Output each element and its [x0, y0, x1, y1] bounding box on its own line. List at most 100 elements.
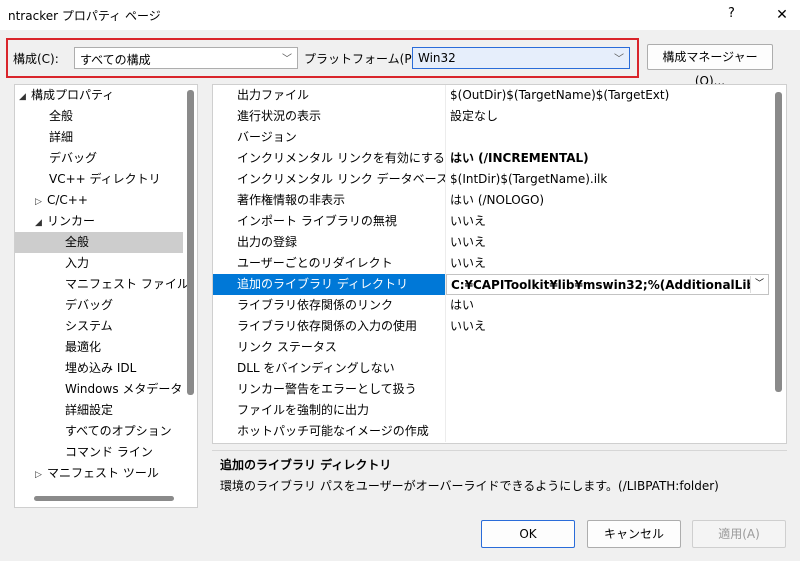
property-name: 著作権情報の非表示: [213, 190, 446, 211]
property-row[interactable]: リンカー警告をエラーとして扱う: [213, 379, 769, 400]
property-name: ホットパッチ可能なイメージの作成: [213, 421, 446, 442]
property-name: 追加のライブラリ ディレクトリ: [213, 274, 446, 295]
property-value[interactable]: いいえ: [446, 211, 769, 232]
property-value[interactable]: 設定なし: [446, 106, 769, 127]
tree-item-linker-system[interactable]: システム: [65, 316, 113, 337]
property-row[interactable]: DLL をバインディングしない: [213, 358, 769, 379]
property-name: リンク ステータス: [213, 337, 446, 358]
property-value[interactable]: $(OutDir)$(TargetName)$(TargetExt): [446, 85, 769, 106]
help-icon[interactable]: ?: [728, 6, 735, 21]
grid-vertical-scrollbar[interactable]: [775, 92, 782, 392]
property-name: インクリメンタル リンクを有効にする: [213, 148, 446, 169]
property-row[interactable]: ホットパッチ可能なイメージの作成: [213, 421, 769, 442]
platform-label: プラットフォーム(P):: [304, 52, 421, 66]
property-row[interactable]: 出力の登録 いいえ: [213, 232, 769, 253]
cancel-button[interactable]: キャンセル: [587, 520, 681, 548]
property-name: 出力の登録: [213, 232, 446, 253]
tree-item-linker-input[interactable]: 入力: [65, 253, 89, 274]
property-name: ライブラリ依存関係の入力の使用: [213, 316, 446, 337]
configuration-manager-button[interactable]: 構成マネージャー(O)...: [647, 44, 773, 88]
expand-arrow-icon[interactable]: ▷: [35, 465, 47, 486]
property-row[interactable]: ライブラリ依存関係の入力の使用 いいえ: [213, 316, 769, 337]
property-name: ファイルを強制的に出力: [213, 400, 446, 421]
chevron-down-icon[interactable]: ﹀: [750, 276, 768, 293]
tree-item-manifest-tool[interactable]: ▷ マニフェスト ツール: [35, 463, 159, 484]
property-row[interactable]: バージョン: [213, 127, 769, 148]
description-panel: 追加のライブラリ ディレクトリ 環境のライブラリ パスをユーザーがオーバーライド…: [212, 450, 787, 508]
property-name: ユーザーごとのリダイレクト: [213, 253, 446, 274]
property-row[interactable]: インクリメンタル リンクを有効にする はい (/INCREMENTAL): [213, 148, 769, 169]
property-value-field[interactable]: C:¥CAPIToolkit¥lib¥mswin32;%(AdditionalL…: [446, 274, 769, 295]
property-value[interactable]: [446, 358, 769, 379]
property-name: 進行状況の表示: [213, 106, 446, 127]
property-row[interactable]: 著作権情報の非表示 はい (/NOLOGO): [213, 190, 769, 211]
property-value[interactable]: はい: [446, 295, 769, 316]
description-title: 追加のライブラリ ディレクトリ: [220, 458, 392, 472]
property-name: ライブラリ依存関係のリンク: [213, 295, 446, 316]
category-tree[interactable]: ◢ 構成プロパティ 全般 詳細 デバッグ VC++ ディレクトリ ▷ C/C++ ◢…: [14, 84, 198, 508]
property-row[interactable]: インポート ライブラリの無視 いいえ: [213, 211, 769, 232]
property-row[interactable]: 進行状況の表示 設定なし: [213, 106, 769, 127]
property-name: 出力ファイル: [213, 85, 446, 106]
property-value[interactable]: [446, 127, 769, 148]
property-row[interactable]: 出力ファイル $(OutDir)$(TargetName)$(TargetExt): [213, 85, 769, 106]
tree-item-general[interactable]: 全般: [49, 106, 73, 127]
expand-arrow-icon[interactable]: ◢: [19, 87, 31, 108]
chevron-down-icon: ﹀: [282, 54, 292, 65]
title-bar: ntracker プロパティ ページ ? ✕: [0, 0, 800, 30]
property-row[interactable]: ファイルを強制的に出力: [213, 400, 769, 421]
ok-button[interactable]: OK: [481, 520, 575, 548]
property-value[interactable]: [446, 337, 769, 358]
property-value[interactable]: $(IntDir)$(TargetName).ilk: [446, 169, 769, 190]
platform-value: Win32: [418, 51, 456, 65]
tree-horizontal-scrollbar[interactable]: [34, 496, 174, 501]
property-value[interactable]: いいえ: [446, 316, 769, 337]
property-row[interactable]: ライブラリ依存関係のリンク はい: [213, 295, 769, 316]
property-row[interactable]: インクリメンタル リンク データベース ファイル$(IntDir)$(Targe…: [213, 169, 769, 190]
tree-item-linker-general[interactable]: 全般: [15, 232, 183, 253]
collapse-arrow-icon[interactable]: ◢: [35, 213, 47, 234]
tree-item-advanced[interactable]: 詳細: [49, 127, 73, 148]
tree-item-linker-advanced[interactable]: 詳細設定: [65, 400, 113, 421]
property-row-selected[interactable]: 追加のライブラリ ディレクトリ C:¥CAPIToolkit¥lib¥mswin3…: [213, 274, 769, 295]
tree-item-cpp[interactable]: ▷ C/C++: [35, 190, 88, 211]
property-value[interactable]: [446, 421, 769, 442]
apply-button[interactable]: 適用(A): [692, 520, 786, 548]
property-row[interactable]: ユーザーごとのリダイレクト いいえ: [213, 253, 769, 274]
property-value[interactable]: いいえ: [446, 232, 769, 253]
property-value[interactable]: [446, 400, 769, 421]
tree-item-linker-embedded-idl[interactable]: 埋め込み IDL: [65, 358, 136, 379]
property-name: インポート ライブラリの無視: [213, 211, 446, 232]
property-grid: 出力ファイル $(OutDir)$(TargetName)$(TargetExt)…: [212, 84, 787, 444]
close-icon[interactable]: ✕: [764, 0, 800, 30]
property-name: バージョン: [213, 127, 446, 148]
configuration-bar: 構成(C): すべての構成 ﹀ プラットフォーム(P): Win32 ﹀: [6, 38, 639, 78]
configuration-value: すべての構成: [80, 53, 151, 67]
property-name: リンカー警告をエラーとして扱う: [213, 379, 446, 400]
property-row[interactable]: リンク ステータス: [213, 337, 769, 358]
tree-item-vc-directories[interactable]: VC++ ディレクトリ: [49, 169, 161, 190]
property-value[interactable]: [446, 379, 769, 400]
property-name: DLL をバインディングしない: [213, 358, 446, 379]
tree-item-configuration-properties[interactable]: ◢ 構成プロパティ: [19, 85, 114, 106]
window-title: ntracker プロパティ ページ: [8, 9, 161, 23]
configuration-select[interactable]: すべての構成 ﹀: [74, 47, 298, 69]
description-text: 環境のライブラリ パスをユーザーがオーバーライドできるようにします。(/LIBP…: [220, 479, 719, 493]
tree-item-linker-windows-metadata[interactable]: Windows メタデータ: [65, 379, 182, 400]
tree-item-linker-command-line[interactable]: コマンド ライン: [65, 442, 153, 463]
property-value[interactable]: はい (/NOLOGO): [446, 190, 769, 211]
expand-arrow-icon[interactable]: ▷: [35, 192, 47, 213]
tree-item-linker-optimization[interactable]: 最適化: [65, 337, 101, 358]
tree-item-linker-manifest-file[interactable]: マニフェスト ファイル: [65, 274, 189, 295]
tree-item-linker[interactable]: ◢ リンカー: [35, 211, 95, 232]
platform-select[interactable]: Win32 ﹀: [412, 47, 630, 69]
configuration-label: 構成(C):: [13, 52, 59, 66]
tree-item-linker-debugging[interactable]: デバッグ: [65, 295, 113, 316]
property-value[interactable]: いいえ: [446, 253, 769, 274]
tree-item-linker-all-options[interactable]: すべてのオプション: [65, 421, 172, 442]
property-value[interactable]: はい (/INCREMENTAL): [446, 148, 769, 169]
property-name: インクリメンタル リンク データベース ファイル: [213, 169, 446, 190]
chevron-down-icon: ﹀: [614, 54, 624, 65]
tree-item-debugging[interactable]: デバッグ: [49, 148, 97, 169]
tree-vertical-scrollbar[interactable]: [187, 90, 194, 395]
